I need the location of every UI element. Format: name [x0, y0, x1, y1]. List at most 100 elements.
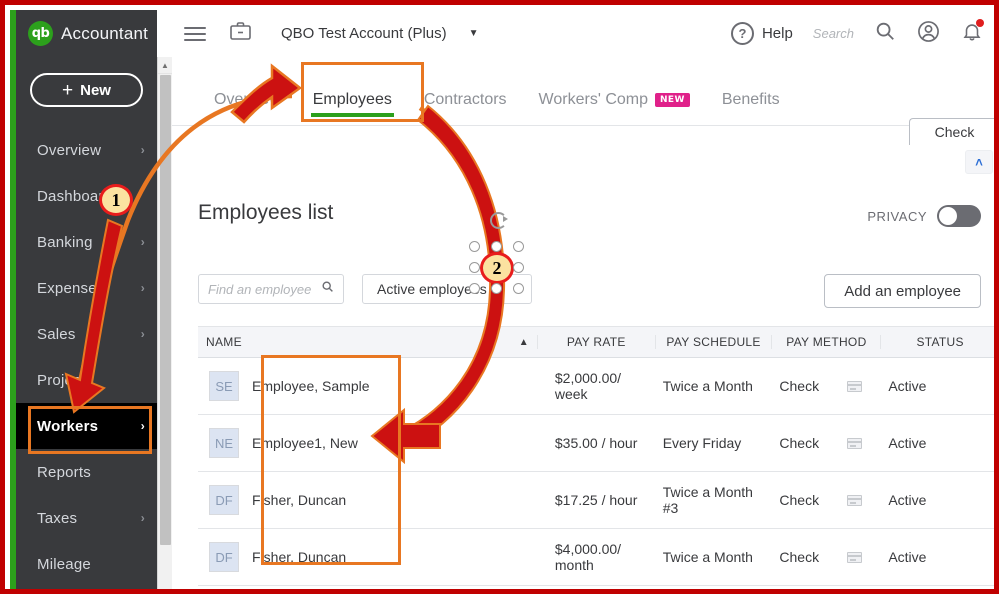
privacy-toggle[interactable] — [937, 205, 981, 227]
add-employee-button[interactable]: Add an employee — [824, 274, 981, 308]
annotation-step-1: 1 — [99, 184, 133, 216]
sidebar-nav: Overview › Dashboard Banking › Expenses › Sales… — [16, 127, 157, 587]
hamburger-menu-icon[interactable] — [184, 26, 206, 41]
sort-ascending-icon[interactable]: ▲ — [519, 337, 529, 348]
sidebar-item-expenses[interactable]: Expenses › — [16, 265, 157, 311]
selection-handle-ne[interactable] — [513, 241, 524, 252]
column-header-label: PAY METHOD — [786, 335, 867, 349]
scroll-up-arrow-icon[interactable]: ▲ — [158, 57, 172, 74]
tab-contractors[interactable]: Contractors — [408, 91, 523, 125]
selection-handle-n[interactable] — [491, 241, 502, 252]
cell-status: Active — [880, 492, 994, 508]
column-header-pay-method[interactable]: PAY METHOD — [771, 335, 880, 349]
cell-pay-schedule: Twice a Month — [655, 549, 772, 565]
selection-handle-sw[interactable] — [469, 283, 480, 294]
search-input[interactable]: Find an employee — [198, 274, 344, 304]
column-header-name[interactable]: NAME ▲ — [198, 335, 537, 349]
cell-pay-rate: $4,000.00/ month — [537, 541, 655, 573]
status-badge: Active — [888, 549, 927, 565]
pay-rate-label: $4,000.00/ month — [554, 541, 622, 573]
sidebar-item-label: Mileage — [37, 555, 91, 573]
pay-method-label: Check — [779, 435, 820, 451]
check-payment-icon — [847, 437, 863, 449]
cell-pay-rate: $2,000.00/ week — [537, 370, 655, 402]
workers-tabbar: Overview Employees Contractors Workers' Com… — [172, 57, 994, 126]
column-header-pay-schedule[interactable]: PAY SCHEDULE — [654, 335, 772, 349]
pay-schedule-label: Twice a Month — [662, 378, 753, 394]
selection-handle-se[interactable] — [513, 283, 524, 294]
annotation-step-2: 2 — [480, 252, 514, 284]
cell-status: Active — [880, 435, 994, 451]
top-header: QBO Test Account (Plus) ▼ ? Help Search — [172, 10, 994, 57]
header-search-placeholder[interactable]: Search — [813, 26, 854, 41]
plus-icon: + — [62, 79, 74, 101]
help-button[interactable]: ? Help — [730, 22, 793, 45]
help-label: Help — [761, 25, 793, 42]
column-header-label: NAME — [206, 335, 242, 349]
search-icon[interactable] — [874, 20, 896, 47]
cell-status: Active — [880, 378, 994, 394]
selection-handle-nw[interactable] — [469, 241, 480, 252]
header-left-group: QBO Test Account (Plus) ▼ — [172, 19, 479, 48]
column-header-label: PAY SCHEDULE — [666, 335, 761, 349]
pay-schedule-label: Twice a Month #3 — [662, 484, 753, 516]
pay-method-label: Check — [779, 378, 820, 394]
column-header-status[interactable]: STATUS — [880, 335, 994, 349]
privacy-toggle-group[interactable]: PRIVACY — [867, 205, 981, 227]
tab-workers-comp[interactable]: Workers' Comp NEW — [523, 91, 706, 125]
cell-pay-method: Check — [771, 378, 880, 394]
tab-label: Overview — [214, 91, 281, 108]
selection-handle-w[interactable] — [469, 262, 480, 273]
notifications-button[interactable] — [961, 18, 984, 48]
cell-pay-schedule: Every Friday — [655, 435, 772, 451]
tab-benefits[interactable]: Benefits — [706, 91, 796, 125]
sidebar-item-sales[interactable]: Sales › — [16, 311, 157, 357]
check-button[interactable]: Check — [909, 118, 994, 145]
new-button[interactable]: + New — [30, 73, 143, 107]
sidebar-item-label: Projects — [37, 371, 93, 389]
account-icon[interactable] — [916, 19, 941, 49]
pay-method-label: Check — [779, 492, 820, 508]
tab-overview[interactable]: Overview — [198, 91, 297, 125]
cell-pay-rate: $17.25 / hour — [537, 492, 655, 508]
sidebar-item-taxes[interactable]: Taxes › — [16, 495, 157, 541]
table-header-row: NAME ▲ PAY RATE PAY SCHEDULE PAY METHOD STATU… — [198, 326, 994, 358]
pay-method-label: Check — [779, 549, 820, 565]
sidebar-item-reports[interactable]: Reports — [16, 449, 157, 495]
cell-pay-method: Check — [771, 549, 880, 565]
sidebar-item-dashboard[interactable]: Dashboard — [16, 173, 157, 219]
column-header-label: STATUS — [916, 335, 964, 349]
sidebar-item-banking[interactable]: Banking › — [16, 219, 157, 265]
notification-dot — [976, 18, 984, 27]
pay-rate-label: $35.00 / hour — [554, 435, 638, 451]
status-badge: Active — [888, 378, 927, 394]
briefcase-icon[interactable] — [228, 19, 253, 48]
search-icon — [321, 280, 334, 298]
selection-handle-e[interactable] — [513, 262, 524, 273]
page-title: Employees list — [198, 201, 334, 224]
scrollbar-thumb[interactable] — [160, 75, 171, 545]
check-payment-icon — [847, 494, 863, 506]
chevron-right-icon: › — [140, 281, 145, 295]
company-selector-label[interactable]: QBO Test Account (Plus) — [281, 25, 447, 42]
sidebar-item-overview[interactable]: Overview › — [16, 127, 157, 173]
pay-schedule-label: Every Friday — [662, 435, 742, 451]
quickbooks-logo-icon: qb — [28, 21, 53, 46]
sidebar-scrollbar[interactable]: ▲ — [157, 57, 172, 589]
collapse-panel-button[interactable]: ˄ — [965, 150, 993, 174]
avatar: NE — [209, 428, 239, 458]
sidebar-item-label: Reports — [37, 463, 91, 481]
sidebar-item-projects[interactable]: Projects — [16, 357, 157, 403]
cell-pay-schedule: Twice a Month #3 — [655, 484, 772, 516]
annotation-rect-employees-tab — [301, 62, 424, 122]
selection-handle-s[interactable] — [491, 283, 502, 294]
sidebar-item-mileage[interactable]: Mileage — [16, 541, 157, 587]
toggle-knob — [939, 207, 957, 225]
column-header-pay-rate[interactable]: PAY RATE — [536, 335, 655, 349]
cell-pay-method: Check — [771, 492, 880, 508]
check-payment-icon — [847, 551, 863, 563]
screenshot-frame: qb Accountant + New Overview › Dashboard Ba… — [0, 0, 999, 594]
rotation-handle[interactable] — [490, 212, 508, 229]
chevron-down-icon[interactable]: ▼ — [469, 28, 479, 39]
sidebar-item-label: Overview — [37, 141, 102, 159]
